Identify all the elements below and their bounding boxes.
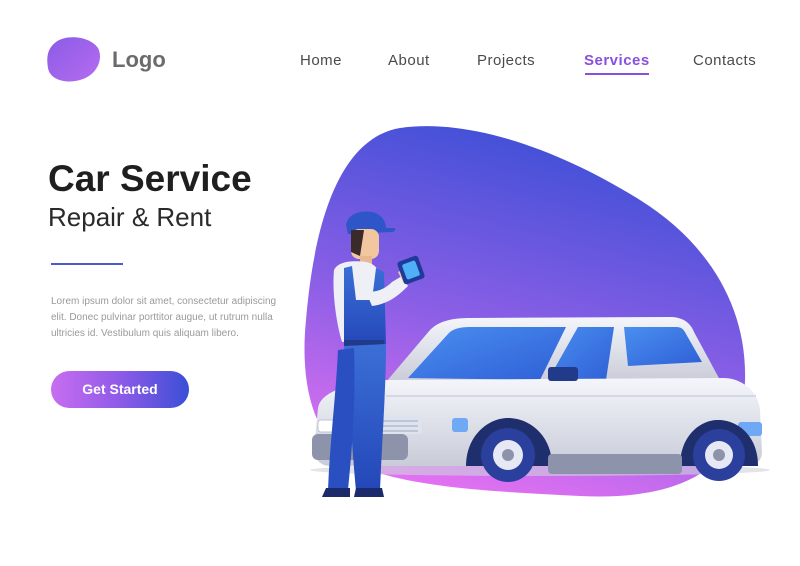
hero-illustration [304,126,770,497]
front-wheel [481,428,535,482]
rear-wheel [693,429,745,481]
landing-page: Logo Home About Projects Services Contac… [0,0,800,566]
